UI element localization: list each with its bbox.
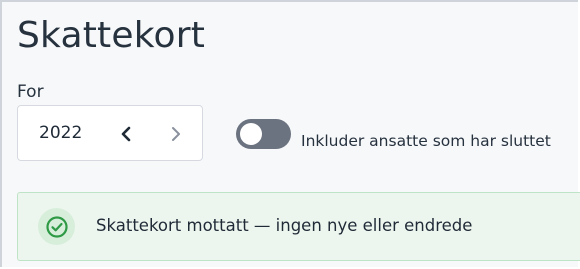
year-label: For: [17, 82, 44, 102]
alert-message: Skattekort mottatt — ingen nye eller end…: [96, 216, 473, 235]
success-alert: Skattekort mottatt — ingen nye eller end…: [17, 192, 580, 261]
chevron-right-icon: [172, 127, 180, 141]
year-value: 2022: [39, 123, 83, 143]
next-year-button[interactable]: [166, 123, 186, 145]
chevron-left-icon: [121, 126, 131, 142]
year-selector: 2022: [17, 105, 203, 161]
page-title: Skattekort: [17, 15, 206, 56]
previous-year-button[interactable]: [116, 123, 136, 145]
check-circle-icon: [38, 208, 75, 245]
include-former-employees-label[interactable]: Inkluder ansatte som har sluttet: [301, 131, 551, 151]
toggle-knob: [240, 123, 262, 145]
include-former-employees-toggle[interactable]: [236, 119, 291, 149]
app-frame: Skattekort For 2022 Inkluder ansatte som…: [0, 0, 580, 267]
